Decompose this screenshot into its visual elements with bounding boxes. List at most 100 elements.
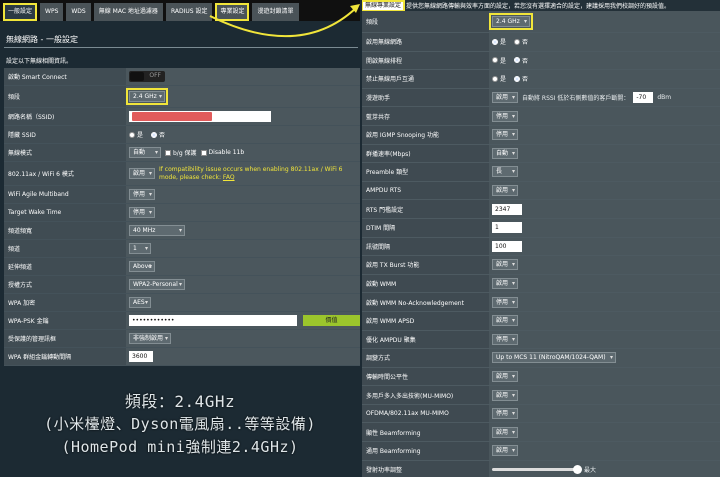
setting-select[interactable]: 啟用 bbox=[492, 370, 518, 382]
roaming-text: 自動將 RSSI 低於右側數值的客戶斷開： bbox=[522, 95, 630, 103]
checkbox-box bbox=[165, 149, 171, 156]
twt-select[interactable]: 停用 bbox=[129, 207, 155, 218]
tab-radius[interactable]: RADIUS 設定 bbox=[165, 3, 213, 21]
row-label: 通用 Beamforming bbox=[362, 442, 489, 460]
radio-yes[interactable]: 是 bbox=[492, 56, 506, 65]
ax-mode-select[interactable]: 啟用 bbox=[129, 168, 155, 179]
row-multiband: WiFi Agile Multiband 停用 bbox=[4, 186, 360, 204]
row-rekey: WPA 群組金鑰轉動間隔 3600 bbox=[4, 348, 360, 366]
hide-ssid-yes-radio[interactable]: 是 bbox=[129, 130, 143, 139]
pro-row: 漫遊助手啟用自動將 RSSI 低於右側數值的客戶斷開：-70dBm bbox=[362, 88, 720, 108]
setting-select[interactable]: 啟用 bbox=[492, 315, 518, 327]
setting-input[interactable]: 1 bbox=[492, 222, 522, 234]
radio-yes[interactable]: 是 bbox=[492, 74, 506, 83]
setting-select[interactable]: 啟用 bbox=[492, 185, 518, 197]
row-label: OFDMA/802.11ax MU-MIMO bbox=[362, 404, 489, 423]
row-value: 啟用 bbox=[489, 442, 720, 460]
ssid-input[interactable] bbox=[129, 111, 271, 122]
psk-input[interactable]: •••••••••••• bbox=[129, 315, 297, 326]
radio-no[interactable]: 否 bbox=[514, 37, 528, 46]
row-value: 啟用 bbox=[489, 423, 720, 442]
page-description: 設定以下無線相關資訊。 bbox=[6, 58, 73, 65]
row-label: 訊號間隔 bbox=[362, 237, 489, 256]
warning-text: If compatibility issue occurs when enabl… bbox=[159, 165, 343, 181]
rssi-input[interactable]: -70 bbox=[633, 92, 654, 104]
row-value: 100 bbox=[489, 237, 720, 256]
smart-connect-toggle[interactable]: OFF bbox=[129, 71, 165, 82]
row-label: 優化 AMPDU 聚集 bbox=[362, 330, 489, 349]
row-label: 頻道 bbox=[4, 240, 126, 257]
tab-mac-filter[interactable]: 無線 MAC 地址過濾器 bbox=[93, 3, 163, 21]
setting-select[interactable]: 停用 bbox=[492, 333, 518, 345]
overlay-caption: 頻段：2.4GHz (小米檯燈、Dyson電風扇..等等設備) (HomePod… bbox=[0, 390, 360, 477]
row-label: 啟動 WMM bbox=[362, 274, 489, 293]
rekey-input[interactable]: 3600 bbox=[129, 351, 153, 362]
radio-no[interactable]: 否 bbox=[514, 74, 528, 83]
tab-wds[interactable]: WDS bbox=[66, 3, 91, 21]
setting-input[interactable]: 2347 bbox=[492, 203, 522, 215]
pro-row: 通用 Beamforming 啟用 bbox=[362, 442, 720, 461]
pro-row: 訊號間隔 100 bbox=[362, 237, 720, 257]
radio-no[interactable]: 否 bbox=[514, 56, 528, 65]
row-label: WiFi Agile Multiband bbox=[4, 186, 126, 203]
row-label: 發射功率調整 bbox=[362, 460, 489, 477]
pmf-select[interactable]: 非強制啟用 bbox=[129, 333, 171, 344]
auth-select[interactable]: WPA2-Personal bbox=[129, 279, 185, 290]
setting-select[interactable]: 啟用 bbox=[492, 445, 518, 457]
bandwidth-select[interactable]: 40 MHz bbox=[129, 225, 185, 236]
power-slider[interactable] bbox=[492, 464, 582, 474]
row-label: 傳輸時間公平性 bbox=[362, 367, 489, 386]
professional-tab-label[interactable]: 無線專業設定 bbox=[362, 0, 406, 12]
disable-11b-checkbox[interactable]: Disable 11b bbox=[200, 149, 244, 156]
row-value: 2347 bbox=[489, 200, 720, 218]
roaming-select[interactable]: 啟用 bbox=[492, 92, 518, 104]
row-label: 授權方式 bbox=[4, 276, 126, 293]
tab-general[interactable]: 一般設定 bbox=[3, 3, 38, 21]
setting-select[interactable]: 停用 bbox=[492, 129, 518, 141]
ext-channel-select[interactable]: Above bbox=[129, 261, 155, 272]
row-label: 調變方式 bbox=[362, 349, 489, 367]
toggle-knob bbox=[130, 72, 144, 81]
multiband-select[interactable]: 停用 bbox=[129, 189, 155, 200]
row-label: 啟用 TX Burst 功能 bbox=[362, 256, 489, 274]
slider-thumb[interactable] bbox=[573, 464, 582, 474]
row-label: 802.11ax / WiFi 6 模式 bbox=[4, 162, 126, 185]
setting-select[interactable]: 停用 bbox=[492, 110, 518, 122]
row-label: 啟用 IGMP Snooping 功能 bbox=[362, 125, 489, 144]
tab-roaming-block[interactable]: 漫遊封鎖清單 bbox=[252, 3, 299, 21]
wireless-mode-select[interactable]: 自動 bbox=[129, 147, 161, 158]
row-value: 長 bbox=[489, 163, 720, 181]
tab-professional[interactable]: 專業設定 bbox=[215, 3, 250, 21]
row-label: 頻段 bbox=[362, 11, 489, 32]
row-auth: 授權方式 WPA2-Personal bbox=[4, 276, 360, 294]
setting-select[interactable]: 啟用 bbox=[492, 278, 518, 290]
channel-select[interactable]: 1 bbox=[129, 243, 151, 254]
setting-select[interactable]: 長 bbox=[492, 166, 518, 178]
band-select[interactable]: 2.4 GHz bbox=[126, 88, 168, 105]
setting-select[interactable]: 啟用 bbox=[492, 426, 518, 438]
setting-select[interactable]: Up to MCS 11 (NitroQAM/1024-QAM) bbox=[492, 352, 616, 364]
radio-dot bbox=[151, 131, 158, 138]
faq-link[interactable]: FAQ bbox=[223, 174, 235, 181]
setting-select[interactable]: 啟用 bbox=[492, 259, 518, 271]
radio-yes[interactable]: 是 bbox=[492, 37, 506, 46]
show-password-button[interactable]: 價值 bbox=[303, 315, 360, 326]
caption-line: (HomePod mini強制連2.4GHz) bbox=[61, 438, 299, 456]
checkbox-label: b/g 保護 bbox=[173, 150, 197, 157]
tab-wps[interactable]: WPS bbox=[40, 3, 64, 21]
setting-select[interactable]: 2.4 GHz bbox=[489, 13, 533, 30]
row-value: Up to MCS 11 (NitroQAM/1024-QAM) bbox=[489, 349, 720, 367]
setting-select[interactable]: 啟用 bbox=[492, 389, 518, 401]
setting-input[interactable]: 100 bbox=[492, 240, 522, 252]
radio-dot bbox=[492, 75, 498, 82]
row-smart-connect: 啟動 Smart Connect OFF bbox=[4, 68, 360, 86]
bg-protect-checkbox[interactable]: b/g 保護 bbox=[165, 148, 197, 157]
row-pmf: 受保護的管理訊框 非強制啟用 bbox=[4, 330, 360, 348]
setting-select[interactable]: 自動 bbox=[492, 147, 518, 159]
row-label: WPA-PSK 金鑰 bbox=[4, 312, 126, 329]
row-label: 受保護的管理訊框 bbox=[4, 330, 126, 347]
wpa-enc-select[interactable]: AES bbox=[129, 297, 151, 308]
setting-select[interactable]: 停用 bbox=[492, 408, 518, 420]
hide-ssid-no-radio[interactable]: 否 bbox=[151, 130, 165, 139]
setting-select[interactable]: 停用 bbox=[492, 296, 518, 308]
